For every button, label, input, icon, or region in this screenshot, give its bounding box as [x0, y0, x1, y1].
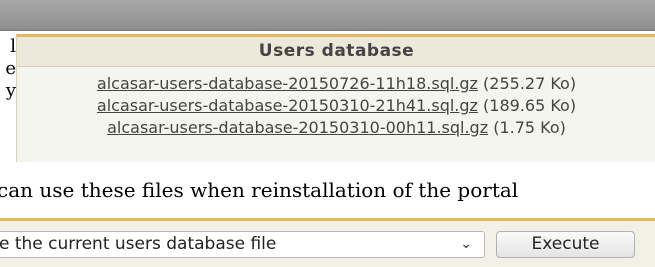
- selected-option: e the current users database file: [0, 234, 277, 254]
- backup-file-link[interactable]: alcasar-users-database-20150310-00h11.sq…: [107, 118, 488, 137]
- list-item: alcasar-users-database-20150726-11h18.sq…: [17, 74, 655, 94]
- chevron-down-icon: ⌄: [460, 236, 472, 252]
- panel-title: Users database: [17, 37, 655, 67]
- list-item: alcasar-users-database-20150310-00h11.sq…: [17, 118, 655, 138]
- action-bar: e the current users database file ⌄ Exec…: [0, 218, 655, 267]
- cut-off-text: e: [5, 58, 16, 79]
- file-size: (189.65 Ko): [483, 96, 577, 115]
- cut-off-text: y: [5, 80, 16, 101]
- top-bar: [0, 0, 655, 31]
- file-size: (255.27 Ko): [483, 74, 577, 93]
- users-database-panel: Users database alcasar-users-database-20…: [16, 34, 655, 162]
- cut-off-text: l: [10, 36, 16, 57]
- action-select[interactable]: e the current users database file ⌄: [0, 231, 485, 258]
- execute-button[interactable]: Execute: [496, 231, 635, 258]
- list-item: alcasar-users-database-20150310-21h41.sq…: [17, 96, 655, 116]
- info-text: can use these files when reinstallation …: [0, 170, 655, 216]
- backup-file-link[interactable]: alcasar-users-database-20150310-21h41.sq…: [97, 96, 478, 115]
- file-size: (1.75 Ko): [493, 118, 566, 137]
- backup-file-link[interactable]: alcasar-users-database-20150726-11h18.sq…: [97, 74, 478, 93]
